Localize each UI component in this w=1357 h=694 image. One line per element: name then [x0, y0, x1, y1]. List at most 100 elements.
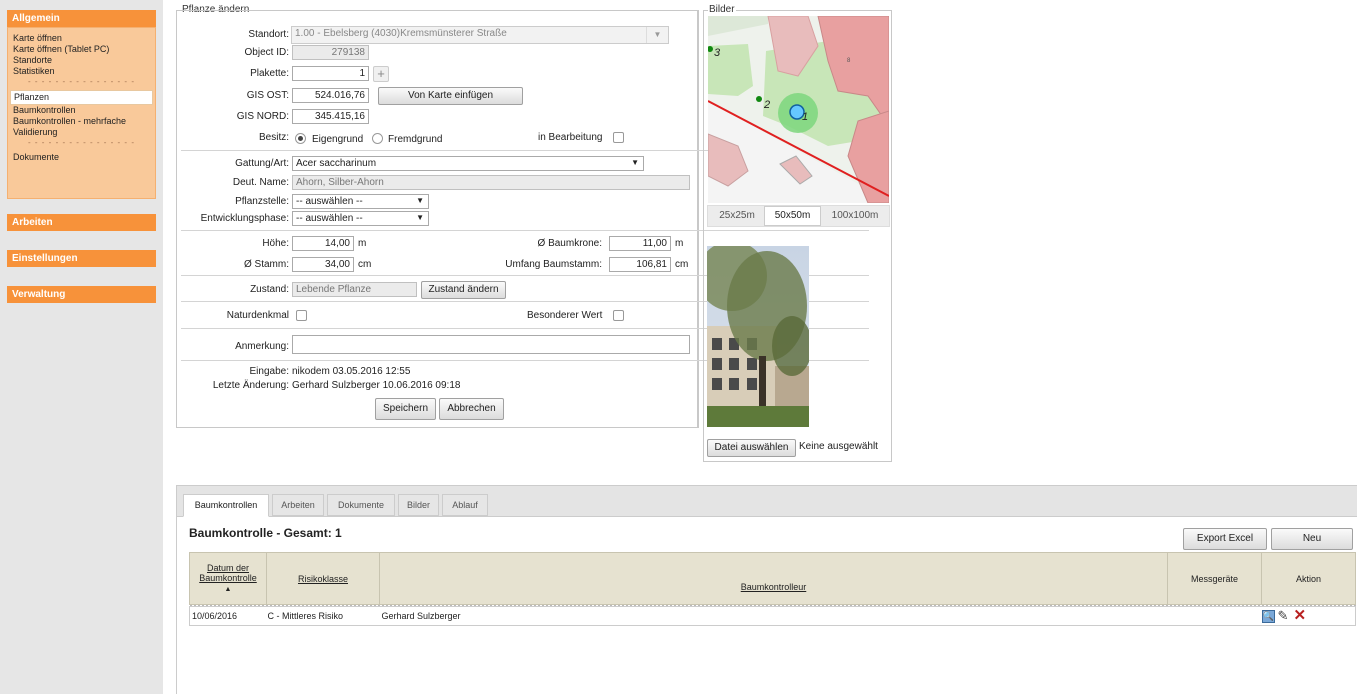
view-icon[interactable]: 🔍: [1261, 610, 1275, 623]
plakette-label: Plakette:: [250, 68, 289, 79]
section-einstellungen[interactable]: Einstellungen: [7, 250, 156, 267]
scale-50-button[interactable]: 50x50m: [764, 206, 821, 226]
sidebar-item-pflanzen[interactable]: Pflanzen: [10, 90, 153, 105]
krone-field[interactable]: 11,00: [609, 236, 671, 251]
entwicklung-label: Entwicklungsphase:: [200, 213, 289, 224]
gis-nord-field[interactable]: 345.415,16: [292, 109, 369, 124]
section-allgemein[interactable]: Allgemein: [7, 10, 156, 27]
cell-messgeraete: [1168, 607, 1262, 626]
sidebar-item-statistiken[interactable]: Statistiken: [8, 66, 155, 77]
fremdgrund-label: Fremdgrund: [388, 134, 443, 145]
section-arbeiten[interactable]: Arbeiten: [7, 214, 156, 231]
sort-asc-icon: ▲: [224, 585, 232, 593]
menu-divider: - - - - - - - - - - - - - - - -: [28, 138, 135, 147]
menu-divider: - - - - - - - - - - - - - - - -: [28, 77, 135, 86]
gattung-label: Gattung/Art:: [235, 158, 289, 169]
naturdenkmal-checkbox[interactable]: [296, 310, 307, 321]
file-choose-button[interactable]: Datei auswählen: [707, 439, 796, 457]
sidebar-item-standorte[interactable]: Standorte: [8, 55, 155, 66]
hoehe-unit: m: [358, 238, 367, 249]
besonderer-wert-checkbox[interactable]: [613, 310, 624, 321]
stamm-unit: cm: [358, 259, 372, 270]
sidebar-item-dokumente[interactable]: Dokumente: [8, 152, 155, 163]
eigengrund-label: Eigengrund: [312, 134, 364, 145]
export-excel-button[interactable]: Export Excel: [1183, 528, 1267, 550]
plakette-field[interactable]: 1: [292, 66, 369, 81]
fremdgrund-radio[interactable]: [372, 133, 383, 144]
tab-arbeiten[interactable]: Arbeiten: [272, 494, 324, 516]
anmerkung-textarea[interactable]: [292, 335, 690, 354]
deut-name-label: Deut. Name:: [232, 177, 289, 188]
entwicklung-select[interactable]: -- auswählen -- ▼: [292, 211, 429, 226]
besitz-label: Besitz:: [258, 132, 289, 143]
eingabe-label: Eingabe:: [249, 366, 289, 377]
chevron-down-icon: ▼: [646, 27, 668, 43]
file-status: Keine ausgewählt: [799, 441, 878, 452]
eigengrund-radio[interactable]: [295, 133, 306, 144]
sidebar-item-validierung[interactable]: Baumkontrollen - mehrfache Validierung: [8, 116, 155, 138]
pflanzstelle-label: Pflanzstelle:: [235, 196, 289, 207]
sidebar-item-karte[interactable]: Karte öffnen: [8, 33, 155, 44]
zustand-field: Lebende Pflanze: [292, 282, 417, 297]
standort-select[interactable]: 1.00 - Ebelsberg (4030)Kremsmünsterer St…: [291, 26, 669, 44]
tab-baumkontrollen[interactable]: Baumkontrollen: [183, 494, 269, 517]
pflanzstelle-select[interactable]: -- auswählen -- ▼: [292, 194, 429, 209]
scale-25-button[interactable]: 25x25m: [712, 208, 762, 225]
von-karte-button[interactable]: Von Karte einfügen: [378, 87, 523, 105]
umfang-unit: cm: [675, 259, 689, 270]
save-button[interactable]: Speichern: [375, 398, 436, 420]
hoehe-field[interactable]: 14,00: [292, 236, 354, 251]
map-label-2: 2: [763, 99, 770, 111]
object-id-label: Object ID:: [244, 47, 289, 58]
allgemein-menu: Karte öffnen Karte öffnen (Tablet PC) St…: [7, 27, 156, 199]
col-aktion: Aktion: [1295, 573, 1321, 584]
chevron-down-icon: ▼: [416, 196, 424, 205]
letzte-aenderung-value: Gerhard Sulzberger 10.06.2016 09:18: [292, 380, 461, 391]
gis-nord-label: GIS NORD:: [236, 111, 289, 122]
cell-datum: 10/06/2016: [192, 611, 238, 621]
object-id-field: 279138: [292, 45, 369, 60]
besonderer-wert-label: Besonderer Wert: [527, 310, 603, 321]
umfang-label: Umfang Baumstamm:: [505, 259, 602, 270]
section-verwaltung[interactable]: Verwaltung: [7, 286, 156, 303]
in-bearbeitung-checkbox[interactable]: [613, 132, 624, 143]
naturdenkmal-label: Naturdenkmal: [226, 310, 289, 321]
edit-icon[interactable]: ✎: [1278, 609, 1292, 623]
chevron-down-icon: ▼: [631, 158, 639, 167]
zustand-aendern-button[interactable]: Zustand ändern: [421, 281, 506, 299]
zustand-label: Zustand:: [250, 284, 289, 295]
anmerkung-label: Anmerkung:: [235, 341, 289, 352]
tab-ablauf[interactable]: Ablauf: [442, 494, 488, 516]
standort-label: Standort:: [248, 29, 289, 40]
tab-bilder[interactable]: Bilder: [398, 494, 439, 516]
umfang-field[interactable]: 106,81: [609, 257, 671, 272]
stamm-field[interactable]: 34,00: [292, 257, 354, 272]
location-map[interactable]: 3 2 1 8: [708, 16, 889, 203]
col-datum[interactable]: Datum der Baumkontrolle ▲: [189, 552, 267, 605]
baumkontrolle-table: Datum der Baumkontrolle ▲ Risikoklasse B…: [189, 552, 1356, 626]
col-risikoklasse[interactable]: Risikoklasse: [266, 552, 380, 605]
delete-icon[interactable]: ✕: [1294, 608, 1308, 623]
tab-dokumente[interactable]: Dokumente: [327, 494, 395, 516]
cell-kontrolleur: Gerhard Sulzberger: [381, 611, 461, 621]
gattung-select[interactable]: Acer saccharinum ▼: [292, 156, 644, 171]
sidebar-item-karte-tablet[interactable]: Karte öffnen (Tablet PC): [8, 44, 155, 55]
hoehe-label: Höhe:: [262, 238, 289, 249]
gis-ost-label: GIS OST:: [246, 90, 289, 101]
map-label-1: 1: [802, 111, 808, 123]
gis-ost-field[interactable]: 524.016,76: [292, 88, 369, 103]
plus-icon[interactable]: +: [373, 66, 389, 82]
col-kontrolleur[interactable]: Baumkontrolleur: [379, 552, 1168, 605]
sidebar-item-baumkontrollen[interactable]: Baumkontrollen: [8, 105, 155, 116]
table-row[interactable]: 10/06/2016 C - Mittleres Risiko Gerhard …: [189, 606, 1356, 626]
krone-unit: m: [675, 238, 684, 249]
table-header-row: Datum der Baumkontrolle ▲ Risikoklasse B…: [189, 552, 1356, 605]
bilder-legend: Bilder: [708, 4, 736, 15]
cell-aktion: 🔍 ✎ ✕: [1261, 607, 1356, 626]
cancel-button[interactable]: Abbrechen: [439, 398, 504, 420]
eingabe-value: nikodem 03.05.2016 12:55: [292, 366, 411, 377]
new-button[interactable]: Neu: [1271, 528, 1353, 550]
scale-100-button[interactable]: 100x100m: [823, 208, 887, 225]
cell-risiko: C - Mittleres Risiko: [267, 611, 344, 621]
in-bearbeitung-label: in Bearbeitung: [538, 132, 603, 143]
